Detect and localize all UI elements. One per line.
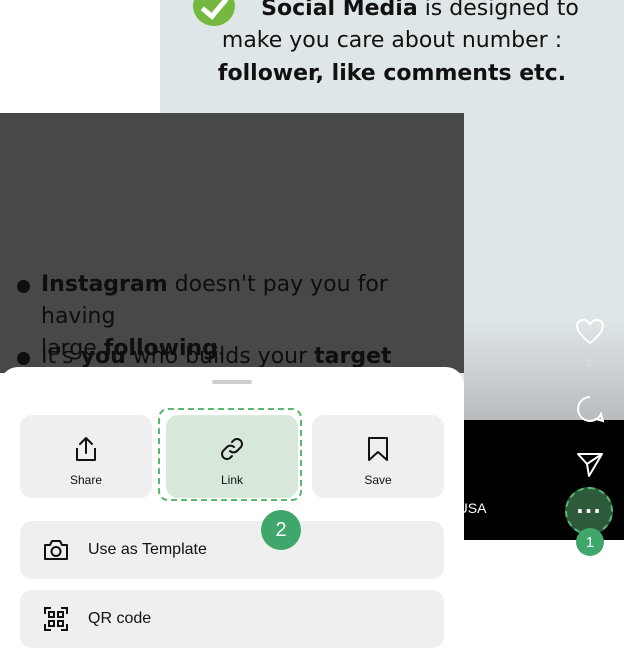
post-slide-dark: Instagram doesn't pay you for having lar…	[0, 113, 464, 373]
step-badge-2: 2	[261, 510, 301, 550]
heart-icon[interactable]	[574, 316, 606, 348]
send-icon[interactable]	[574, 448, 606, 480]
like-count: 3	[585, 358, 592, 370]
qr-code-button[interactable]: QR code	[20, 590, 444, 648]
qr-code-icon	[44, 607, 68, 631]
use-as-template-label: Use as Template	[88, 541, 207, 558]
step-badge-1: 1	[576, 528, 604, 556]
qr-code-label: QR code	[88, 610, 152, 627]
slide-line-1: Social Media is designed to	[261, 0, 579, 21]
sheet-grabber[interactable]	[212, 380, 252, 384]
use-as-template-button[interactable]: Use as Template	[20, 521, 444, 579]
share-icon	[76, 437, 96, 461]
share-button[interactable]: Share	[20, 415, 152, 498]
comment-icon[interactable]	[574, 393, 606, 425]
slide-line-2: make you care about number :	[221, 28, 563, 53]
bookmark-icon	[368, 437, 388, 461]
bullet-dot	[17, 352, 30, 365]
bullet-dot	[17, 280, 30, 293]
slide-line-3: follower, like comments etc.	[217, 61, 567, 86]
link-highlight	[158, 408, 302, 501]
share-label: Share	[69, 473, 103, 487]
save-label: Save	[364, 473, 392, 487]
camera-icon	[44, 540, 68, 560]
save-button[interactable]: Save	[312, 415, 444, 498]
